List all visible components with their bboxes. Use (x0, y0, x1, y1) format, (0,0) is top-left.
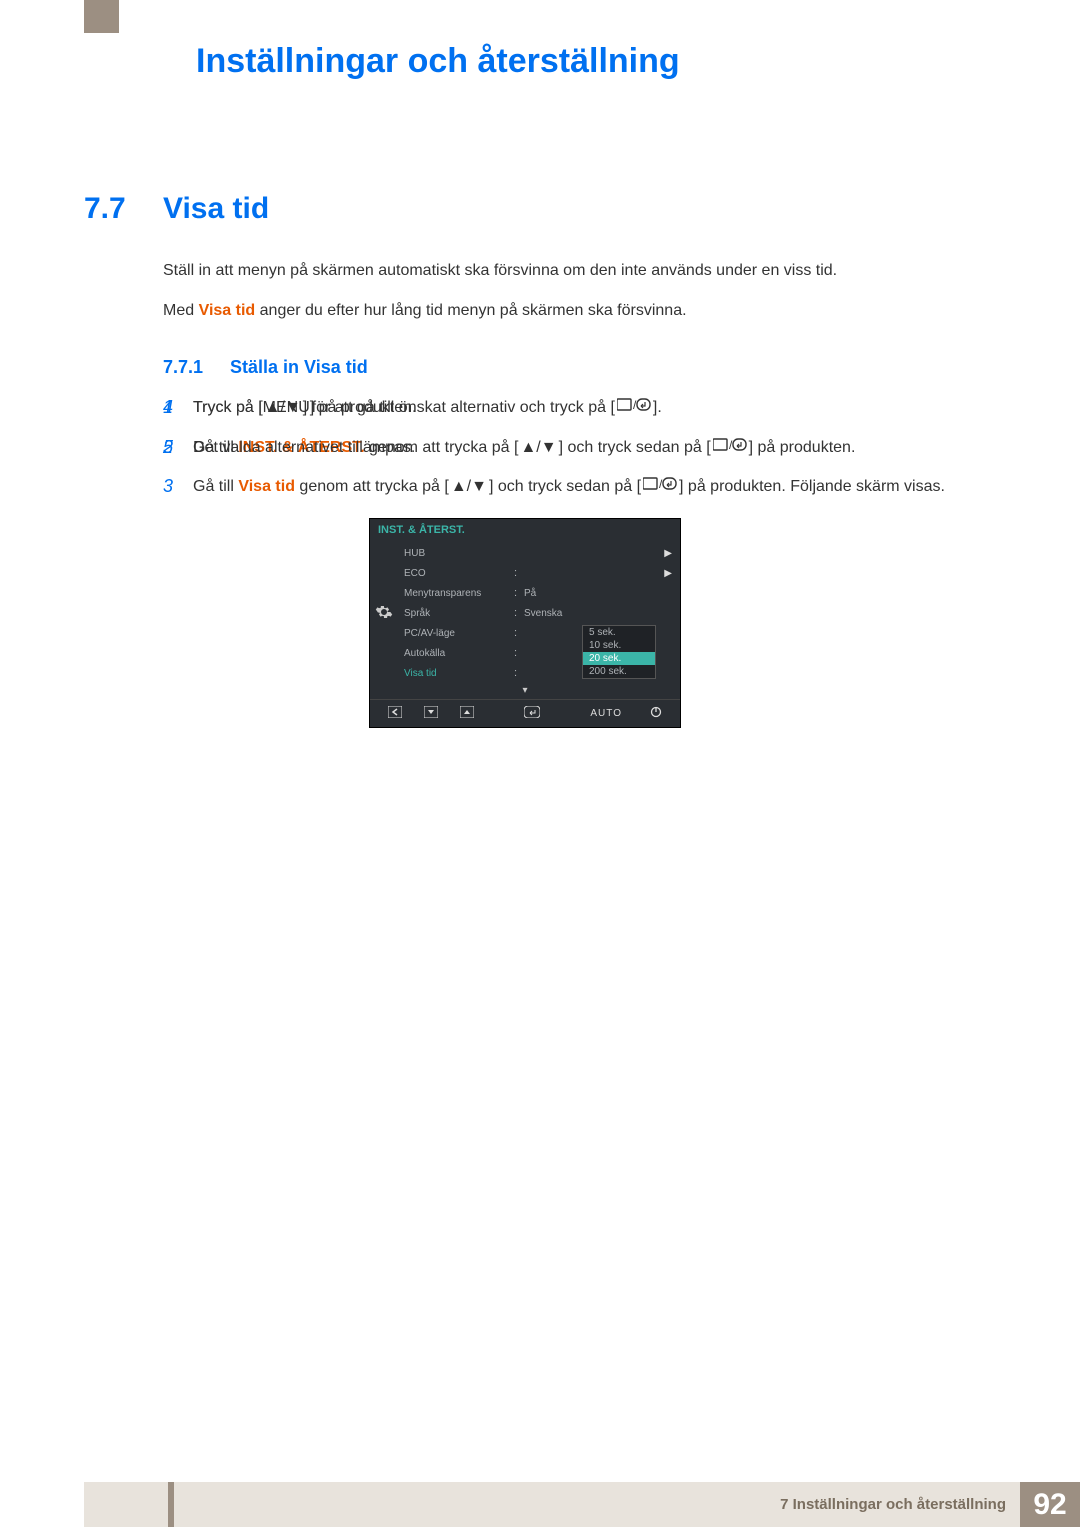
colon: : (514, 607, 524, 619)
text: genom att trycka på [ (295, 478, 449, 495)
section-title: Visa tid (163, 192, 269, 226)
chapter-title: Inställningar och återställning (196, 42, 680, 81)
instruction-list-cont: Tryck på [▲/▼] för att gå till önskat al… (163, 395, 983, 474)
osd-screenshot: INST. & ÅTERST. HUB ▶ ECO: ▶ Menytransparens… (370, 519, 680, 727)
colon: : (514, 567, 524, 579)
osd-row-value: Svenska (524, 608, 562, 619)
text: ] för att gå till önskat alternativ och … (303, 399, 615, 416)
visa-tid-emphasis: Visa tid (238, 478, 295, 495)
footer-chapter-label: 7 Inställningar och återställning (84, 1482, 1020, 1527)
text: Gå till (193, 478, 238, 495)
osd-row: ECO: ▶ (398, 563, 680, 583)
text: Det valda alternativet tillämpas. (193, 439, 415, 456)
footer-accent (168, 1482, 174, 1527)
subsection-number: 7.7.1 (163, 357, 203, 378)
osd-row: Menytransparens:På (398, 583, 680, 603)
step-5: Det valda alternativet tillämpas. (163, 435, 983, 461)
colon: : (514, 667, 524, 679)
subsection-title: Ställa in Visa tid (230, 357, 368, 378)
rect-enter-icon: / (643, 474, 677, 500)
osd-row: HUB ▶ (398, 543, 680, 563)
osd-row-label: Språk (404, 608, 514, 619)
text: anger du efter hur lång tid menyn på skä… (255, 302, 686, 319)
osd-header: INST. & ÅTERST. (370, 519, 680, 541)
osd-row-label: PC/AV-läge (404, 628, 514, 639)
scroll-down-icon: ▾ (370, 685, 680, 699)
dropdown-option: 20 sek. (583, 652, 655, 665)
dropdown-option: 5 sek. (583, 626, 655, 639)
step-4: Tryck på [▲/▼] för att gå till önskat al… (163, 395, 983, 421)
auto-label: AUTO (590, 708, 622, 719)
page-number: 92 (1020, 1482, 1080, 1527)
colon: : (514, 627, 524, 639)
text: Med (163, 302, 199, 319)
down-icon (424, 706, 438, 721)
colon: : (514, 587, 524, 599)
osd-row-label: Visa tid (404, 668, 514, 679)
osd-row-label: HUB (404, 548, 514, 559)
colon: : (514, 647, 524, 659)
osd-dropdown: 5 sek.10 sek.20 sek.200 sek. (582, 625, 656, 679)
dropdown-option: 200 sek. (583, 665, 655, 678)
osd-footer-icons: AUTO (370, 699, 680, 727)
page-footer: 7 Inställningar och återställning 92 (84, 1482, 1080, 1527)
visa-tid-emphasis: Visa tid (199, 302, 256, 319)
osd-row-label: ECO (404, 568, 514, 579)
enter-icon (524, 706, 540, 721)
rect-enter-icon: / (617, 395, 651, 421)
dropdown-option: 10 sek. (583, 639, 655, 652)
section-number: 7.7 (84, 192, 126, 226)
chevron-right-icon: ▶ (664, 568, 672, 579)
text: Tryck på [ (193, 399, 263, 416)
text: ] och tryck sedan på [ (489, 478, 641, 495)
osd-row: Språk:Svenska (398, 603, 680, 623)
text: ]. (653, 399, 662, 416)
step-3: Gå till Visa tid genom att trycka på [▲/… (163, 474, 983, 500)
up-down-icon: ▲/▼ (451, 474, 487, 500)
intro-paragraph-1: Ställ in att menyn på skärmen automatisk… (163, 259, 837, 283)
header-accent (84, 0, 119, 33)
up-icon (460, 706, 474, 721)
osd-sidebar (370, 541, 398, 685)
gear-icon (375, 603, 393, 624)
power-icon (650, 706, 662, 721)
back-icon (388, 706, 402, 721)
osd-row-label: Autokälla (404, 648, 514, 659)
osd-row-label: Menytransparens (404, 588, 514, 599)
chevron-right-icon: ▶ (664, 548, 672, 559)
up-down-icon: ▲/▼ (265, 395, 301, 421)
osd-row-value: På (524, 588, 536, 599)
intro-paragraph-2: Med Visa tid anger du efter hur lång tid… (163, 299, 687, 323)
text: ] på produkten. Följande skärm visas. (679, 478, 945, 495)
